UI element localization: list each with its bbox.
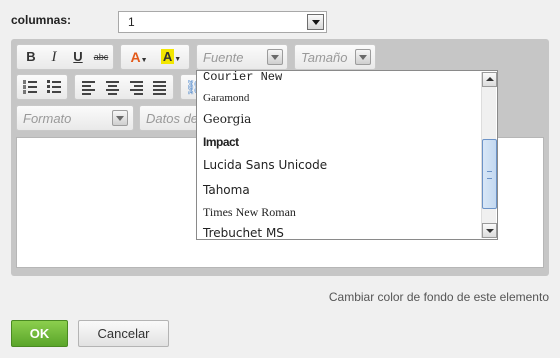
size-combo-label: Tamaño — [301, 50, 348, 65]
datos-combo-label: Datos del — [146, 111, 201, 126]
align-center-icon[interactable] — [106, 80, 120, 95]
italic-button[interactable]: I — [44, 48, 64, 66]
ok-button[interactable]: OK — [11, 320, 68, 347]
font-option-trebuchet-ms[interactable]: Trebuchet MS — [203, 226, 284, 239]
alignment-group — [74, 74, 174, 100]
size-combo-arrow-icon[interactable] — [355, 49, 371, 65]
font-option-times-new-roman[interactable]: Times New Roman — [203, 205, 296, 220]
format-combo-arrow-icon[interactable] — [112, 110, 128, 126]
font-combo[interactable]: Fuente — [196, 44, 288, 70]
format-combo-label: Formato — [23, 111, 72, 126]
change-background-color-link[interactable]: Cambiar color de fondo de este elemento — [329, 290, 549, 304]
font-option-courier-new[interactable]: Courier New — [203, 71, 282, 84]
font-option-impact[interactable]: Impact — [203, 135, 239, 149]
font-option-tahoma[interactable]: Tahoma — [203, 183, 250, 197]
scroll-thumb[interactable] — [482, 139, 497, 209]
bold-button[interactable]: B — [21, 48, 41, 66]
font-list-scrollbar[interactable] — [481, 72, 497, 238]
lists-group — [16, 74, 68, 100]
numbered-list-icon[interactable] — [23, 80, 37, 94]
align-justify-icon[interactable] — [153, 80, 167, 95]
colors-group: A▼ A ▼ — [120, 44, 190, 70]
text-color-button[interactable]: A▼ — [126, 48, 152, 66]
cancel-button[interactable]: Cancelar — [78, 320, 169, 347]
font-combo-arrow-icon[interactable] — [267, 49, 283, 65]
font-dropdown-panel: Courier New Garamond Georgia Impact Luci… — [196, 70, 498, 240]
background-color-button[interactable]: A ▼ — [158, 48, 184, 66]
columns-select[interactable]: 1 — [118, 11, 327, 33]
basic-styles-group: B I U abc — [16, 44, 114, 70]
underline-button[interactable]: U — [68, 48, 88, 66]
format-combo[interactable]: Formato — [16, 105, 134, 131]
bulleted-list-icon[interactable] — [47, 80, 61, 93]
scroll-up-arrow-icon[interactable] — [482, 72, 497, 87]
strikethrough-button[interactable]: abc — [91, 48, 111, 66]
columns-label: columnas: — [11, 13, 72, 27]
chevron-down-icon[interactable] — [307, 14, 324, 30]
font-option-garamond[interactable]: Garamond — [203, 92, 249, 104]
scroll-down-arrow-icon[interactable] — [482, 223, 497, 238]
background-color-icon: A — [160, 49, 175, 64]
align-right-icon[interactable] — [130, 80, 144, 95]
font-combo-label: Fuente — [203, 50, 244, 65]
font-option-lucida-sans-unicode[interactable]: Lucida Sans Unicode — [203, 158, 327, 172]
columns-select-value: 1 — [128, 15, 135, 29]
size-combo[interactable]: Tamaño — [294, 44, 376, 70]
font-option-georgia[interactable]: Georgia — [203, 112, 251, 126]
text-color-icon: A — [130, 49, 141, 65]
align-left-icon[interactable] — [82, 80, 96, 95]
